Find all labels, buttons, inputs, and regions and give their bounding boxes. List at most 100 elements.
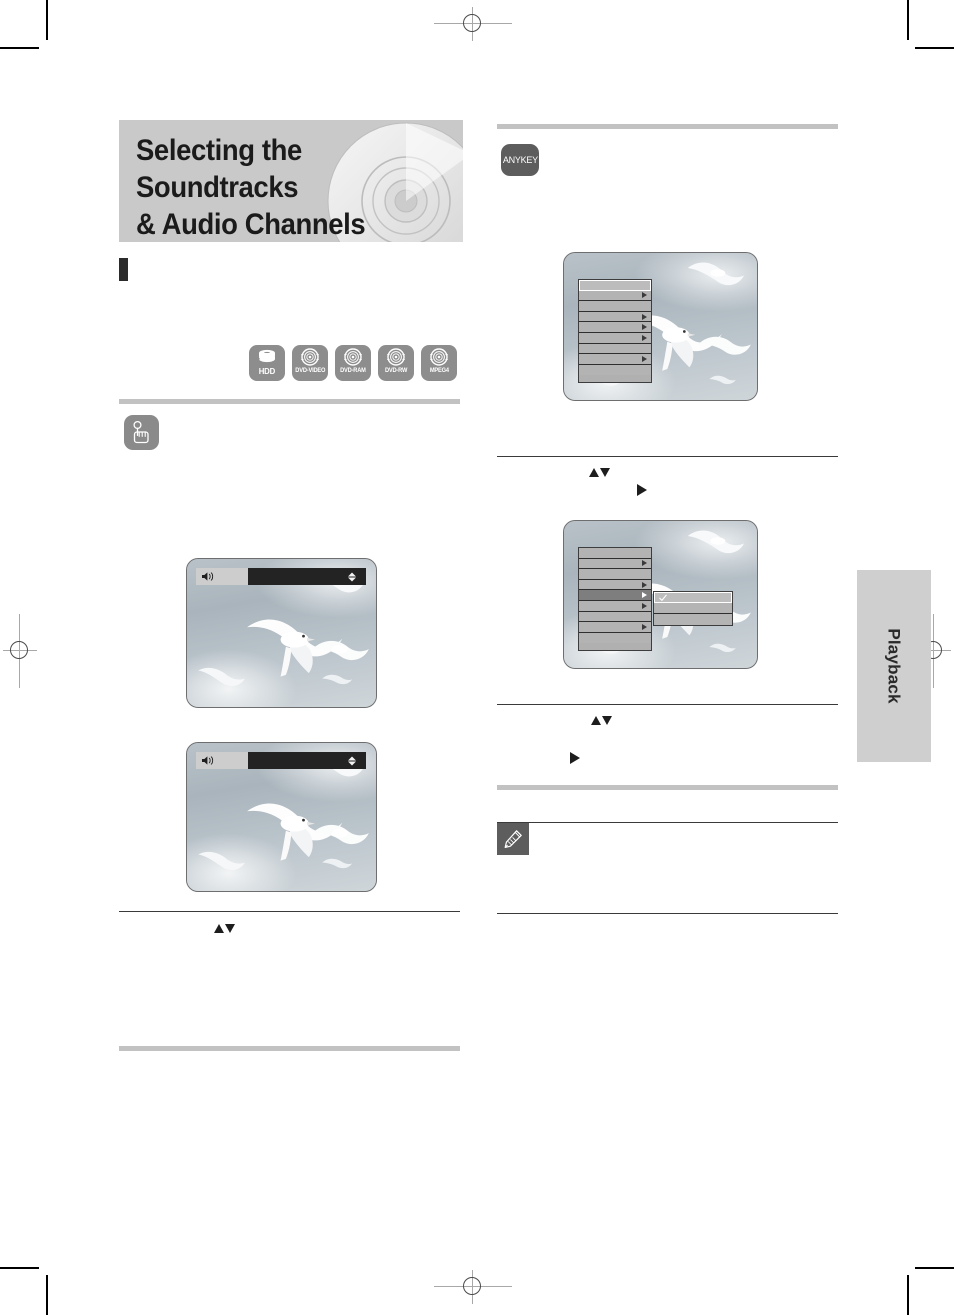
seagull-bottom-right (316, 850, 358, 877)
registration-mark-top (434, 7, 512, 41)
menu-row[interactable] (579, 322, 651, 333)
up-triangle-icon (214, 924, 224, 933)
anykey-menu-panel[interactable] (578, 279, 652, 383)
right-nav-up-down-glyph-2 (591, 716, 612, 725)
media-badge-label: DVD-RAM (340, 367, 366, 374)
menu-row[interactable] (579, 600, 651, 612)
menu-row[interactable] (579, 364, 651, 376)
seagull-bottom-left (191, 841, 255, 882)
crop-mark-bottom-left-h (0, 1267, 39, 1269)
crop-mark-top-right-v (907, 0, 909, 40)
audio-osd-bar (196, 568, 366, 585)
menu-row[interactable] (579, 290, 651, 302)
up-triangle-icon (589, 468, 599, 477)
submenu-arrow-icon (642, 355, 647, 362)
side-tab-playback: Playback (857, 570, 931, 762)
page-title: Selecting the Soundtracks & Audio Channel… (136, 132, 424, 242)
osd-up-down-stepper-icon (348, 756, 356, 765)
down-triangle-icon (602, 716, 612, 725)
menu-row[interactable] (579, 280, 651, 291)
up-triangle-icon (591, 716, 601, 725)
menu-row[interactable] (579, 632, 651, 644)
menu-row[interactable] (579, 579, 651, 591)
right-step-divider-2 (497, 704, 838, 705)
crop-mark-top-right-h (915, 47, 954, 49)
menu-row[interactable] (579, 622, 651, 633)
check-icon (659, 594, 667, 601)
anykey-submenu-screen (563, 520, 758, 669)
right-triangle-icon (570, 752, 580, 764)
anykey-badge-label: ANYKEY (502, 154, 538, 166)
disc-icon (301, 348, 319, 366)
audio-osd-screen-2 (186, 742, 377, 892)
disc-icon (344, 348, 362, 366)
registration-mark-left (3, 614, 37, 688)
anykey-button-badge: ANYKEY (501, 144, 539, 176)
audio-osd-bar (196, 752, 366, 769)
submenu-arrow-icon (642, 324, 647, 331)
seagull-bottom-right (316, 666, 358, 693)
crop-mark-top-left-h (0, 47, 39, 49)
manual-page: Playback Selecting the Soundtracks & Audi… (0, 0, 954, 1315)
disc-icon (387, 348, 405, 366)
disc-icon (430, 348, 448, 366)
submenu-arrow-icon (642, 602, 647, 609)
section-bullet-marker (119, 258, 128, 281)
hdd-stack-icon (258, 349, 275, 363)
menu-row[interactable] (579, 343, 651, 355)
menu-row-active[interactable] (579, 590, 651, 601)
anykey-menu-panel[interactable] (578, 547, 652, 651)
left-section-divider-bottom (119, 1046, 460, 1051)
page-title-line-1: Selecting the Soundtracks (136, 134, 302, 204)
menu-row[interactable] (579, 301, 651, 312)
menu-row[interactable] (579, 558, 651, 570)
media-badge-dvd-rw: DVD-RW (378, 345, 414, 381)
osd-icon-area (196, 568, 248, 585)
left-nav-up-down-glyph (214, 924, 235, 933)
seagull-top-right (676, 253, 757, 303)
seagull-bottom-right (703, 368, 742, 392)
submenu-arrow-icon (642, 560, 647, 567)
media-badge-dvd-ram: DVD-RAM (335, 345, 371, 381)
note-box (497, 822, 838, 914)
menu-row[interactable] (579, 354, 651, 365)
menu-row[interactable] (579, 311, 651, 323)
anykey-menu-screen (563, 252, 758, 401)
menu-row[interactable] (579, 611, 651, 623)
submenu-arrow-icon (642, 334, 647, 341)
media-badge-dvd-video: DVD-VIDEO (292, 345, 328, 381)
right-section-divider-bottom (497, 785, 838, 790)
submenu-arrow-icon (642, 592, 647, 599)
crop-mark-bottom-left-v (46, 1275, 48, 1315)
pencil-note-icon (504, 830, 522, 848)
menu-row[interactable] (579, 548, 651, 559)
media-badge-label: DVD-VIDEO (295, 367, 325, 374)
down-triangle-icon (225, 924, 235, 933)
side-tab-label: Playback (885, 628, 905, 704)
media-badge-hdd: HDD (249, 345, 285, 381)
submenu-row-selected[interactable] (654, 592, 732, 603)
seagull-bottom-right (703, 636, 742, 660)
menu-row[interactable] (579, 569, 651, 580)
seagull-right (691, 321, 757, 368)
osd-value-area (248, 568, 366, 585)
media-badge-label: MPEG4 (429, 367, 449, 374)
seagull-top-right (676, 521, 757, 571)
submenu-arrow-icon (642, 581, 647, 588)
section-title-block: Selecting the Soundtracks & Audio Channel… (119, 120, 463, 242)
hand-press-button-icon (132, 420, 149, 444)
right-triangle-icon (637, 484, 647, 496)
submenu-row[interactable] (654, 603, 732, 614)
menu-row[interactable] (579, 332, 651, 344)
osd-up-down-stepper-icon (348, 572, 356, 581)
osd-value-area (248, 752, 366, 769)
submenu-row[interactable] (654, 614, 732, 625)
speaker-icon (202, 572, 214, 581)
anykey-submenu-panel[interactable] (653, 591, 733, 626)
osd-icon-area (196, 752, 248, 769)
note-box-top-rule (497, 822, 838, 823)
right-section-divider-top (497, 124, 838, 129)
right-nav-right-glyph-1 (637, 484, 647, 496)
crop-mark-top-left-v (46, 0, 48, 40)
media-badge-label: HDD (258, 366, 276, 376)
